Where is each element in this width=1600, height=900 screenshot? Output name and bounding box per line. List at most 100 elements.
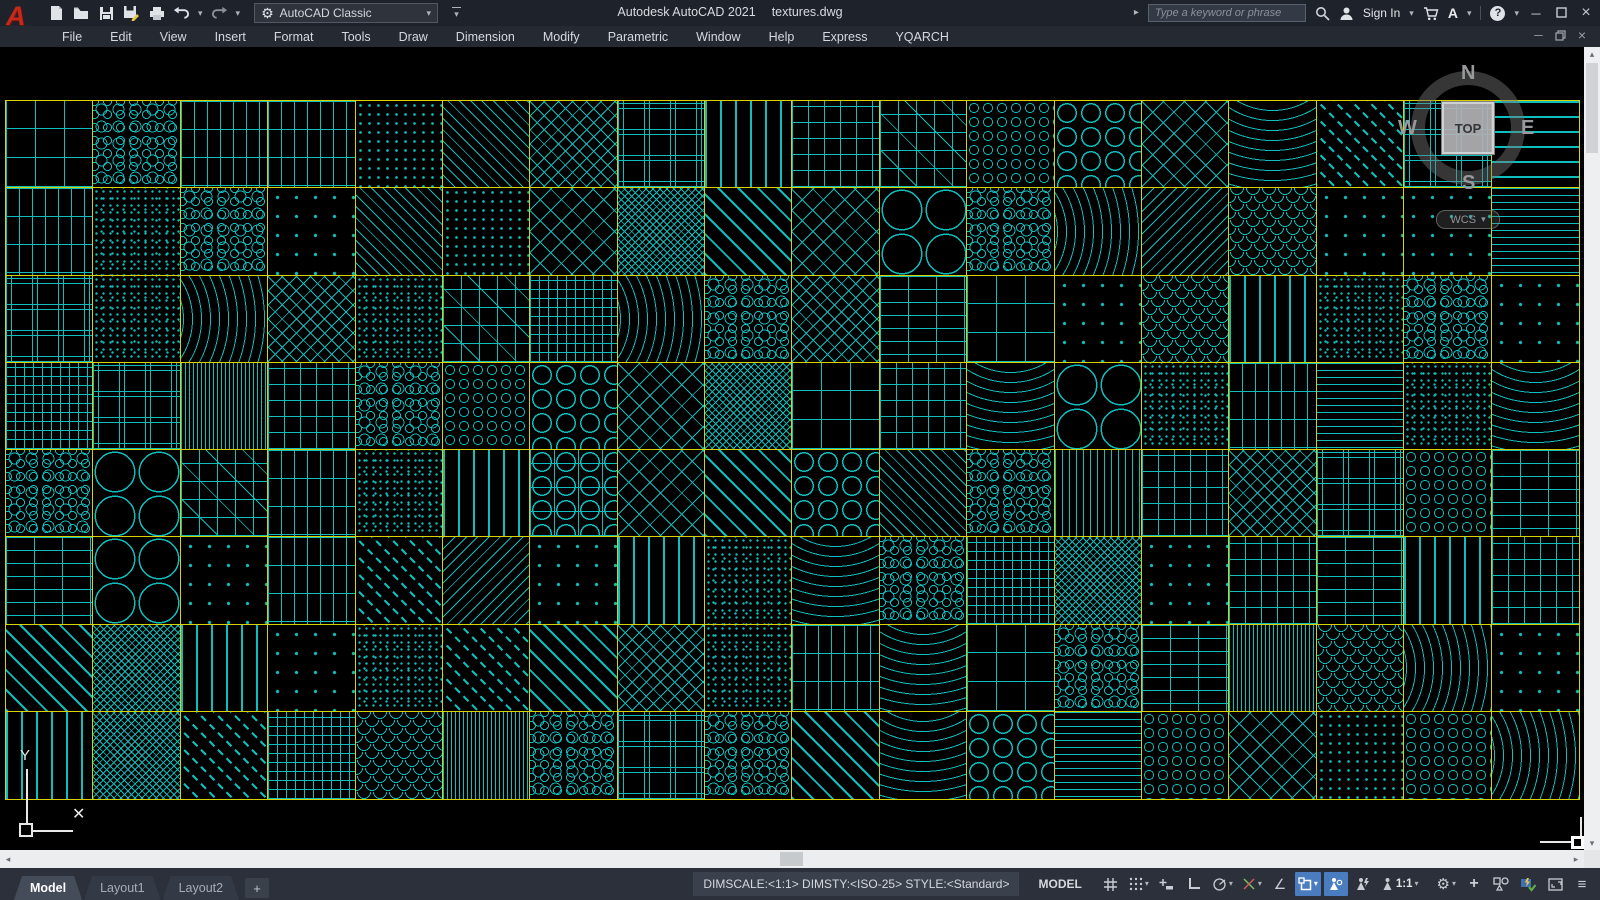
pattern-cell[interactable] (443, 363, 530, 450)
undo-dropdown[interactable]: ▾ (198, 9, 203, 18)
pattern-cell[interactable] (268, 101, 355, 188)
pattern-cell[interactable] (1317, 276, 1404, 363)
pattern-cell[interactable] (6, 101, 93, 188)
customization-button[interactable]: ≡ (1570, 872, 1594, 896)
pattern-cell[interactable] (1317, 712, 1404, 799)
sign-in-dropdown[interactable]: ▾ (1409, 9, 1414, 18)
horizontal-scroll-thumb[interactable] (780, 852, 803, 866)
pattern-cell[interactable] (792, 450, 879, 537)
pattern-cell[interactable] (880, 450, 967, 537)
menu-file[interactable]: File (48, 26, 96, 47)
pattern-cell[interactable] (93, 363, 180, 450)
annotation-monitor-button[interactable]: + (1462, 872, 1486, 896)
pattern-cell[interactable] (181, 537, 268, 624)
annotation-scale-button[interactable]: 1:1▾ (1378, 872, 1422, 896)
pattern-cell[interactable] (1055, 188, 1142, 275)
pattern-cell[interactable] (443, 101, 530, 188)
pattern-cell[interactable] (705, 363, 792, 450)
menu-dimension[interactable]: Dimension (442, 26, 529, 47)
pattern-cell[interactable] (1404, 188, 1491, 275)
viewcube-south[interactable]: S (1462, 172, 1475, 195)
pattern-cell[interactable] (1492, 450, 1579, 537)
pattern-cell[interactable] (181, 188, 268, 275)
annotation-visibility-button[interactable] (1324, 872, 1348, 896)
toolbar-overflow-button[interactable]: ▾ (452, 7, 461, 19)
pattern-cell[interactable] (443, 625, 530, 712)
pattern-cell[interactable] (181, 450, 268, 537)
pattern-cell[interactable] (618, 276, 705, 363)
pattern-cell[interactable] (530, 625, 617, 712)
pattern-cell[interactable] (705, 712, 792, 799)
new-file-button[interactable] (48, 5, 65, 22)
new-layout-button[interactable]: + (245, 878, 269, 898)
pattern-cell[interactable] (1317, 625, 1404, 712)
menu-view[interactable]: View (146, 26, 201, 47)
pattern-cell[interactable] (880, 188, 967, 275)
pattern-cell[interactable] (1229, 712, 1316, 799)
pattern-cell[interactable] (967, 363, 1054, 450)
doc-restore-button[interactable] (1555, 30, 1566, 41)
horizontal-scrollbar[interactable]: ◂ ▸ (0, 850, 1584, 868)
pattern-cell[interactable] (1055, 276, 1142, 363)
scroll-down-arrow[interactable]: ▾ (1584, 836, 1600, 850)
pattern-cell[interactable] (1142, 537, 1229, 624)
clean-screen-button[interactable] (1543, 872, 1567, 896)
menu-insert[interactable]: Insert (201, 26, 260, 47)
pattern-cell[interactable] (6, 625, 93, 712)
pattern-cell[interactable] (1229, 450, 1316, 537)
hardware-acceleration-button[interactable] (1516, 872, 1540, 896)
save-as-button[interactable] (123, 5, 140, 22)
grid-display-button[interactable] (1099, 872, 1123, 896)
pattern-cell[interactable] (705, 625, 792, 712)
pattern-cell[interactable] (792, 188, 879, 275)
pattern-cell[interactable] (268, 276, 355, 363)
pattern-cell[interactable] (530, 450, 617, 537)
object-snap-tracking-button[interactable]: ▾ (1239, 872, 1265, 896)
open-file-button[interactable] (73, 5, 90, 22)
pattern-cell[interactable] (268, 363, 355, 450)
pattern-cell[interactable] (1492, 625, 1579, 712)
redo-dropdown[interactable]: ▾ (236, 9, 241, 18)
pattern-cell[interactable] (1055, 450, 1142, 537)
infocenter-collapse-icon[interactable]: ▸ (1134, 8, 1139, 18)
pattern-cell[interactable] (618, 537, 705, 624)
pattern-cell[interactable] (181, 101, 268, 188)
pattern-cell[interactable] (268, 188, 355, 275)
tab-model[interactable]: Model (14, 876, 82, 900)
pattern-cell[interactable] (1492, 276, 1579, 363)
pattern-cell[interactable] (1055, 363, 1142, 450)
tab-layout1[interactable]: Layout1 (84, 876, 160, 900)
snap-mode-button[interactable]: ▾ (1126, 872, 1152, 896)
pattern-cell[interactable] (967, 450, 1054, 537)
pattern-cell[interactable] (356, 276, 443, 363)
annotation-autoscale-button[interactable] (1351, 872, 1375, 896)
pattern-cell[interactable] (967, 625, 1054, 712)
dynamic-input-button[interactable] (1155, 872, 1179, 896)
menu-tools[interactable]: Tools (327, 26, 384, 47)
pattern-cell[interactable] (1404, 363, 1491, 450)
pattern-cell[interactable] (1492, 537, 1579, 624)
pattern-cell[interactable] (443, 450, 530, 537)
tab-layout2[interactable]: Layout2 (163, 876, 239, 900)
pattern-cell[interactable] (6, 188, 93, 275)
pattern-cell[interactable] (1492, 188, 1579, 275)
pattern-cell[interactable] (181, 276, 268, 363)
minimize-button[interactable]: ─ (1528, 6, 1544, 21)
pattern-cell[interactable] (1229, 101, 1316, 188)
pattern-cell[interactable] (705, 450, 792, 537)
pattern-cell[interactable] (1142, 450, 1229, 537)
pattern-cell[interactable] (705, 276, 792, 363)
menu-help[interactable]: Help (755, 26, 809, 47)
pattern-cell[interactable] (93, 188, 180, 275)
pattern-cell[interactable] (1404, 712, 1491, 799)
pattern-cell[interactable] (705, 537, 792, 624)
pattern-cell[interactable] (1055, 537, 1142, 624)
pattern-cell[interactable] (792, 276, 879, 363)
pattern-cell[interactable] (356, 625, 443, 712)
viewcube-east[interactable]: E (1521, 117, 1534, 140)
pattern-cell[interactable] (181, 625, 268, 712)
pattern-cell[interactable] (530, 101, 617, 188)
workspace-switching-button[interactable]: ⚙▾ (1434, 872, 1459, 896)
pattern-cell[interactable] (618, 450, 705, 537)
pattern-cell[interactable] (1229, 188, 1316, 275)
